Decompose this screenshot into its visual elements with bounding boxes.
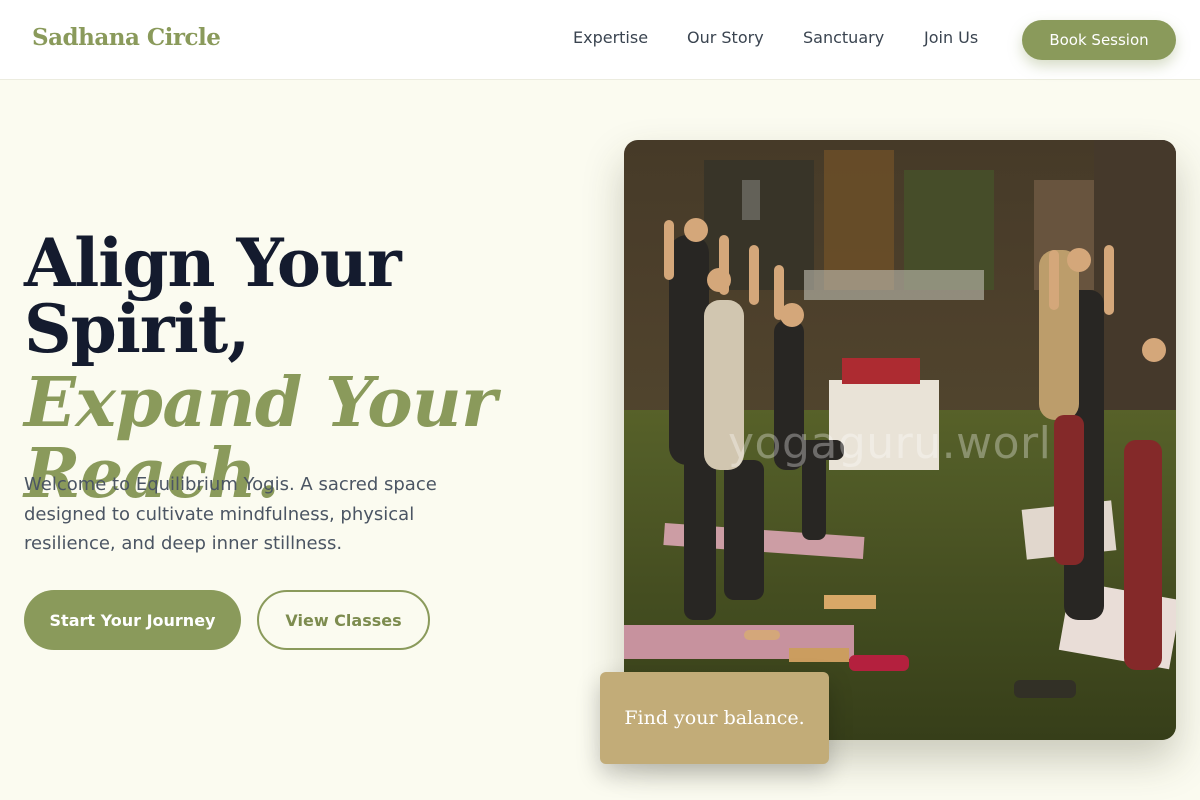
- hero-headline: Align Your Spirit, Expand Your Reach.: [24, 230, 604, 509]
- nav-link-our-story[interactable]: Our Story: [687, 28, 764, 47]
- view-classes-button[interactable]: View Classes: [257, 590, 430, 650]
- balance-caption: Find your balance.: [624, 707, 805, 729]
- headline-line-1: Align Your Spirit,: [24, 224, 402, 368]
- start-journey-button[interactable]: Start Your Journey: [24, 590, 241, 650]
- nav-link-sanctuary[interactable]: Sanctuary: [803, 28, 884, 47]
- nav-link-join-us[interactable]: Join Us: [924, 28, 978, 47]
- balance-caption-card: Find your balance.: [600, 672, 829, 764]
- brand-logo[interactable]: Sadhana Circle: [32, 24, 221, 51]
- nav-link-expertise[interactable]: Expertise: [573, 28, 648, 47]
- watermark-text: yogaguru.worl: [728, 418, 1052, 469]
- book-session-button[interactable]: Book Session: [1022, 20, 1176, 60]
- site-header: Sadhana Circle Expertise Our Story Sanct…: [0, 0, 1200, 80]
- hero-intro: Welcome to Equilibrium Yogis. A sacred s…: [24, 474, 437, 554]
- hero-photo: yogaguru.worl: [624, 140, 1176, 740]
